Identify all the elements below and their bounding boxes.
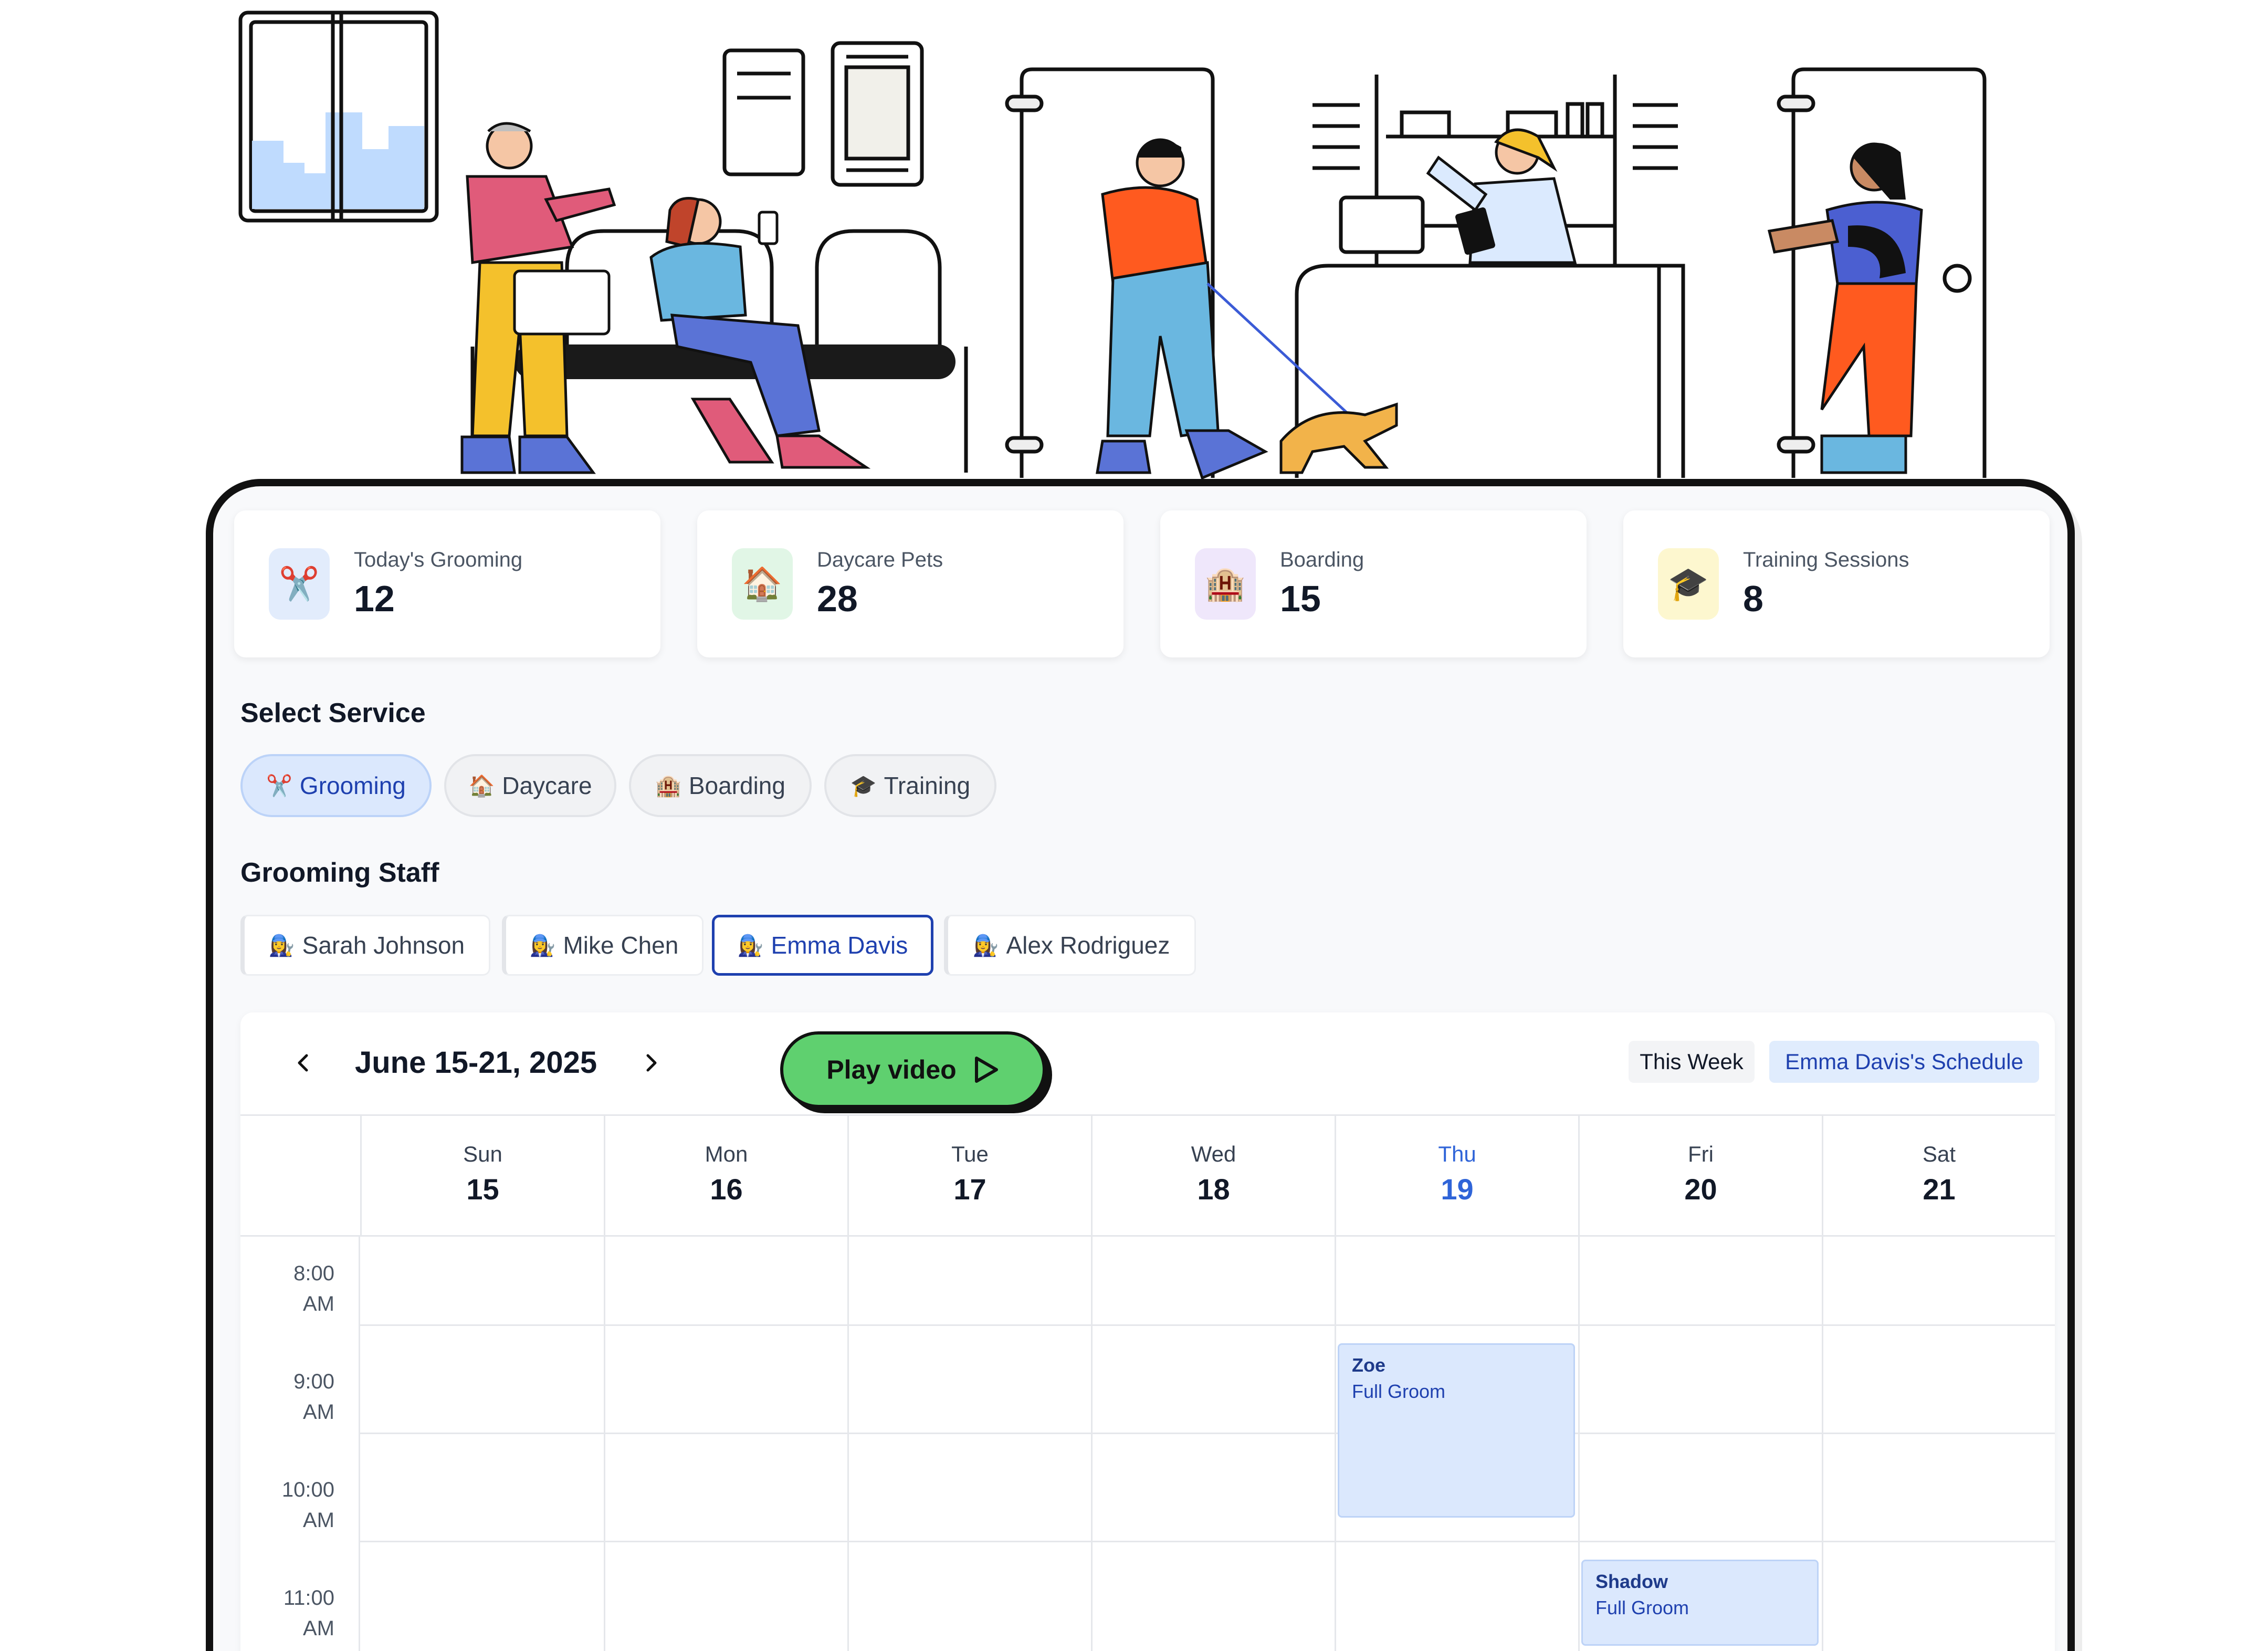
groomer-icon: 👩‍🔧 <box>737 934 764 957</box>
date-range: June 15-21, 2025 <box>355 1046 597 1080</box>
staff-tab-alex-rodriguez[interactable]: 👩‍🔧 Alex Rodriguez <box>944 915 1196 976</box>
time-label: 10:00 AM <box>281 1478 334 1532</box>
staff-name: Emma Davis <box>771 932 908 959</box>
appointment-service: Full Groom <box>1595 1597 1689 1618</box>
stat-value: 12 <box>354 578 395 619</box>
hotel-icon: 🏨 <box>1195 548 1256 620</box>
house-icon: 🏠 <box>732 548 793 620</box>
grooming-staff-title: Grooming Staff <box>240 858 439 888</box>
day-divider <box>1091 1235 1093 1651</box>
staff-tab-sarah-johnson[interactable]: 👩‍🔧 Sarah Johnson <box>240 915 490 976</box>
service-tab-boarding[interactable]: 🏨 Boarding <box>629 754 812 817</box>
play-video-label: Play video <box>826 1055 957 1084</box>
stat-label: Daycare Pets <box>817 548 943 571</box>
waiting-room-illustration <box>238 11 1987 480</box>
stat-card-daycare: 🏠 Daycare Pets 28 <box>697 510 1124 657</box>
appointment-card[interactable]: Zoe Full Groom <box>1338 1343 1575 1518</box>
time-column: 8:00 AM 9:00 AM 10:00 AM 11:00 AM <box>240 1235 360 1651</box>
day-header: Sun 15 <box>360 1114 604 1235</box>
calendar-header: June 15-21, 2025 Play video This Week Em… <box>240 1012 2055 1116</box>
graduation-cap-icon: 🎓 <box>1658 548 1719 620</box>
staff-name: Sarah Johnson <box>302 932 465 959</box>
time-label: 8:00 AM <box>293 1262 334 1315</box>
hour-divider <box>360 1433 2055 1434</box>
service-tab-grooming[interactable]: ✂️ Grooming <box>240 754 432 817</box>
app-content: ✂️ Today's Grooming 12 🏠 Daycare Pets 28… <box>213 486 2067 1651</box>
day-header: Wed 18 <box>1091 1114 1335 1235</box>
play-video-button[interactable]: Play video <box>780 1031 1046 1108</box>
service-tab-daycare[interactable]: 🏠 Daycare <box>444 754 616 817</box>
stat-card-boarding: 🏨 Boarding 15 <box>1160 510 1587 657</box>
time-label: 9:00 AM <box>293 1370 334 1424</box>
service-tab-label: Grooming <box>299 772 406 799</box>
appointment-service: Full Groom <box>1352 1381 1446 1402</box>
groomer-icon: 👩‍🔧 <box>529 934 556 957</box>
chevron-right-icon[interactable] <box>630 1042 672 1084</box>
device-frame: ✂️ Today's Grooming 12 🏠 Daycare Pets 28… <box>206 479 2075 1651</box>
staff-tab-mike-chen[interactable]: 👩‍🔧 Mike Chen <box>502 915 704 976</box>
service-tab-label: Daycare <box>502 772 592 799</box>
stat-card-training: 🎓 Training Sessions 8 <box>1623 510 2050 657</box>
chevron-left-icon[interactable] <box>282 1042 324 1084</box>
stat-card-grooming: ✂️ Today's Grooming 12 <box>234 510 660 657</box>
time-grid: 8:00 AM 9:00 AM 10:00 AM 11:00 AM Zoe Full G… <box>240 1235 2055 1651</box>
time-label: 11:00 AM <box>283 1586 334 1640</box>
day-header-today: Thu 19 <box>1335 1114 1578 1235</box>
hotel-icon: 🏨 <box>655 774 681 798</box>
hour-divider <box>360 1324 2055 1326</box>
stat-label: Today's Grooming <box>354 548 523 571</box>
schedule-badge: Emma Davis's Schedule <box>1769 1041 2039 1083</box>
day-header: Tue 17 <box>847 1114 1091 1235</box>
scissors-icon: ✂️ <box>266 774 292 798</box>
stat-label: Training Sessions <box>1743 548 1909 571</box>
appointment-pet: Shadow <box>1595 1571 1668 1592</box>
stat-value: 8 <box>1743 578 1763 619</box>
day-divider <box>847 1235 849 1651</box>
day-divider <box>1822 1235 1823 1651</box>
day-divider <box>604 1235 605 1651</box>
staff-tab-emma-davis[interactable]: 👩‍🔧 Emma Davis <box>712 915 933 976</box>
select-service-title: Select Service <box>240 698 426 728</box>
week-calendar: June 15-21, 2025 Play video This Week Em… <box>240 1012 2055 1651</box>
play-icon <box>974 1057 998 1083</box>
stat-label: Boarding <box>1280 548 1364 571</box>
house-icon: 🏠 <box>468 774 495 798</box>
stat-value: 28 <box>817 578 858 619</box>
stat-value: 15 <box>1280 578 1321 619</box>
day-header: Fri 20 <box>1578 1114 1822 1235</box>
appointment-pet: Zoe <box>1352 1354 1386 1376</box>
hour-divider <box>360 1541 2055 1542</box>
day-header-row: Sun 15 Mon 16 Tue 17 Wed 18 Thu 19 Fri 20 Sat 2… <box>240 1114 2055 1237</box>
groomer-icon: 👩‍🔧 <box>972 934 999 957</box>
day-header: Sat 21 <box>1822 1114 2055 1235</box>
service-tab-label: Boarding <box>688 772 785 799</box>
day-divider <box>1578 1235 1580 1651</box>
this-week-button[interactable]: This Week <box>1629 1041 1755 1083</box>
groomer-icon: 👩‍🔧 <box>268 934 295 957</box>
day-divider <box>1335 1235 1336 1651</box>
service-tab-label: Training <box>884 772 971 799</box>
appointment-card[interactable]: Shadow Full Groom <box>1581 1560 1819 1646</box>
scissors-icon: ✂️ <box>269 548 330 620</box>
staff-name: Alex Rodriguez <box>1006 932 1170 959</box>
day-header: Mon 16 <box>604 1114 847 1235</box>
service-tab-training[interactable]: 🎓 Training <box>824 754 996 817</box>
staff-name: Mike Chen <box>563 932 679 959</box>
graduation-cap-icon: 🎓 <box>850 774 877 798</box>
